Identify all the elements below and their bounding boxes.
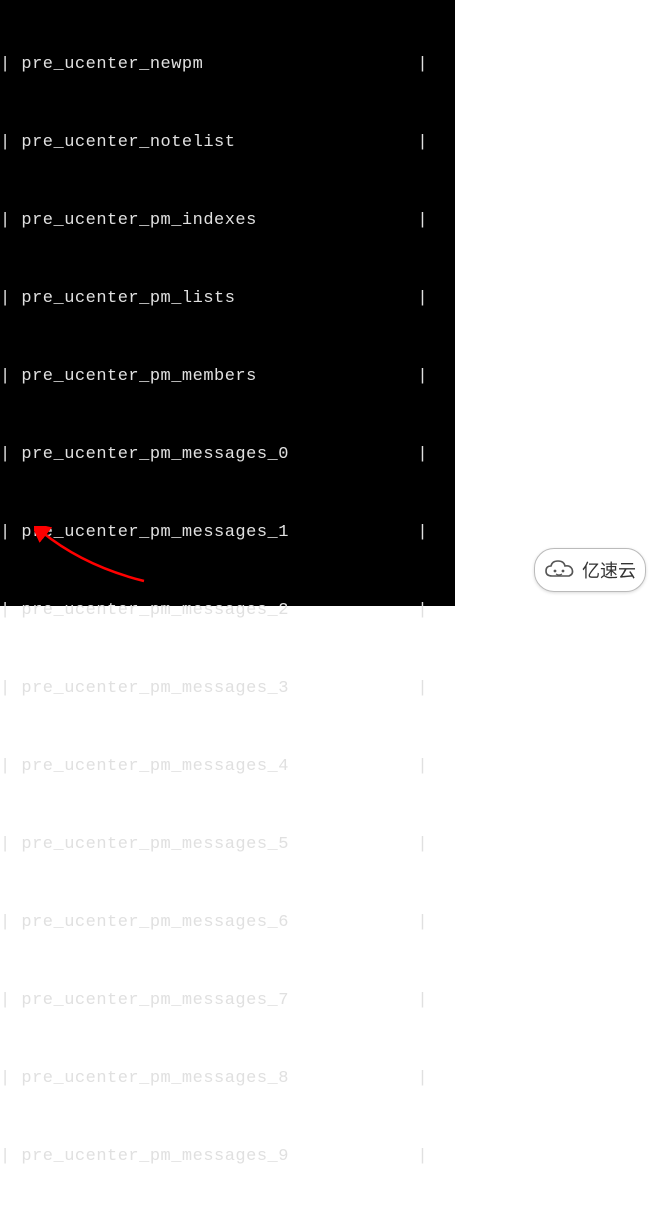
- table-row: | pre_ucenter_pm_messages_0 |: [0, 442, 455, 468]
- table-row: | pre_ucenter_pm_messages_1 |: [0, 520, 455, 546]
- table-row: | pre_ucenter_pm_messages_9 |: [0, 1144, 455, 1170]
- mysql-terminal[interactable]: | pre_ucenter_newpm | | pre_ucenter_note…: [0, 0, 455, 606]
- table-row: | pre_ucenter_pm_messages_8 |: [0, 1066, 455, 1092]
- table-row: | pre_ucenter_notelist |: [0, 130, 455, 156]
- watermark-text: 亿速云: [582, 557, 636, 583]
- table-row: | pre_ucenter_pm_messages_7 |: [0, 988, 455, 1014]
- table-row: | pre_ucenter_pm_messages_3 |: [0, 676, 455, 702]
- table-row: | pre_ucenter_pm_lists |: [0, 286, 455, 312]
- table-row: | pre_ucenter_newpm |: [0, 52, 455, 78]
- table-row: | pre_ucenter_pm_messages_5 |: [0, 832, 455, 858]
- table-row: | pre_ucenter_pm_indexes |: [0, 208, 455, 234]
- watermark-badge: 亿速云: [534, 548, 646, 592]
- table-row: | pre_ucenter_pm_members |: [0, 364, 455, 390]
- table-row: | pre_ucenter_pm_messages_4 |: [0, 754, 455, 780]
- table-row: | pre_ucenter_pm_messages_6 |: [0, 910, 455, 936]
- table-row: | pre_ucenter_pm_messages_2 |: [0, 598, 455, 624]
- cloud-icon: [544, 560, 576, 580]
